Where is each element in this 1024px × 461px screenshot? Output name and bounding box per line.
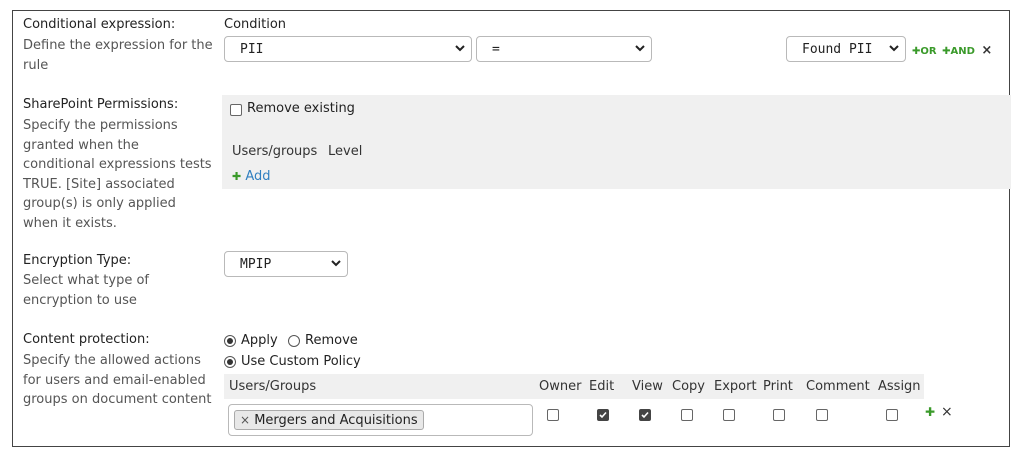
condition-field-select[interactable]: PII: [224, 36, 472, 62]
conditional-expression-desc: Define the expression for the rule: [23, 38, 213, 73]
remove-existing-label: Remove existing: [247, 101, 355, 116]
col-comment: Comment: [806, 379, 870, 394]
users-groups-picker[interactable]: × Mergers and Acquisitions: [228, 404, 533, 436]
chevron-down-icon: [635, 45, 645, 52]
col-print: Print: [763, 379, 793, 394]
export-checkbox[interactable]: [723, 409, 735, 421]
col-copy: Copy: [672, 379, 705, 394]
col-edit: Edit: [589, 379, 615, 394]
condition-value-value: Found PII: [802, 42, 873, 57]
col-assign: Assign: [878, 379, 921, 394]
condition-value-select[interactable]: Found PII: [786, 36, 906, 62]
encryption-type-desc: Select what type of encryption to use: [23, 273, 150, 308]
remove-radio[interactable]: [288, 335, 300, 347]
assign-checkbox[interactable]: [886, 409, 898, 421]
use-custom-policy-label: Use Custom Policy: [241, 354, 361, 369]
copy-checkbox[interactable]: [681, 409, 693, 421]
apply-label: Apply: [241, 333, 278, 348]
print-checkbox[interactable]: [773, 409, 785, 421]
plus-icon: ✚: [232, 170, 242, 183]
remove-condition-button[interactable]: ×: [981, 43, 992, 58]
or-label: OR: [920, 46, 937, 57]
col-users-groups: Users/Groups: [229, 379, 317, 394]
apply-radio[interactable]: [224, 335, 236, 347]
chevron-down-icon: [889, 45, 899, 52]
add-row-button[interactable]: ✚: [925, 405, 935, 419]
add-and-button[interactable]: ✚AND: [942, 46, 978, 57]
close-icon: ×: [981, 43, 993, 58]
content-protection-desc: Specify the allowed actions for users an…: [23, 353, 212, 407]
sp-add-label: Add: [245, 169, 271, 184]
remove-row-button[interactable]: ×: [941, 404, 953, 420]
user-tag: × Mergers and Acquisitions: [234, 410, 424, 430]
and-label: AND: [950, 46, 975, 57]
condition-field-value: PII: [240, 42, 264, 57]
col-export: Export: [714, 379, 757, 394]
use-custom-policy-radio[interactable]: [224, 356, 236, 368]
add-or-button[interactable]: ✚OR: [912, 46, 940, 57]
plus-icon: ✚: [925, 405, 936, 419]
col-view: View: [632, 379, 663, 394]
check-icon: [599, 411, 607, 419]
condition-actions: ✚OR ✚AND ×: [912, 43, 992, 58]
sp-add-link[interactable]: ✚ Add: [232, 169, 271, 184]
chevron-down-icon: [455, 45, 465, 52]
sp-column-level: Level: [328, 144, 363, 159]
encryption-type-select[interactable]: MPIP: [224, 251, 348, 277]
encryption-type-title: Encryption Type:: [23, 253, 132, 268]
close-icon: ×: [941, 404, 953, 420]
remove-existing-checkbox[interactable]: [230, 104, 242, 116]
comment-checkbox[interactable]: [816, 409, 828, 421]
sp-column-users-groups: Users/groups: [232, 144, 318, 159]
col-owner: Owner: [539, 379, 582, 394]
owner-checkbox[interactable]: [547, 409, 559, 421]
sharepoint-permissions-desc: Specify the permissions granted when the…: [23, 118, 212, 231]
remove-label: Remove: [305, 333, 358, 348]
tag-remove-icon[interactable]: ×: [240, 413, 250, 427]
rule-settings-panel: Conditional expression: Define the expre…: [12, 10, 1011, 447]
view-checkbox[interactable]: [639, 409, 651, 421]
chevron-down-icon: [331, 260, 341, 267]
condition-label: Condition: [224, 17, 287, 32]
condition-operator-select[interactable]: =: [476, 36, 652, 62]
encryption-type-value: MPIP: [240, 257, 272, 272]
sharepoint-permissions-title: SharePoint Permissions:: [23, 97, 179, 112]
condition-operator-value: =: [492, 42, 500, 57]
conditional-expression-title: Conditional expression:: [23, 17, 176, 32]
check-icon: [641, 411, 649, 419]
content-protection-title: Content protection:: [23, 332, 150, 347]
edit-checkbox[interactable]: [597, 409, 609, 421]
user-tag-label: Mergers and Acquisitions: [254, 413, 418, 428]
